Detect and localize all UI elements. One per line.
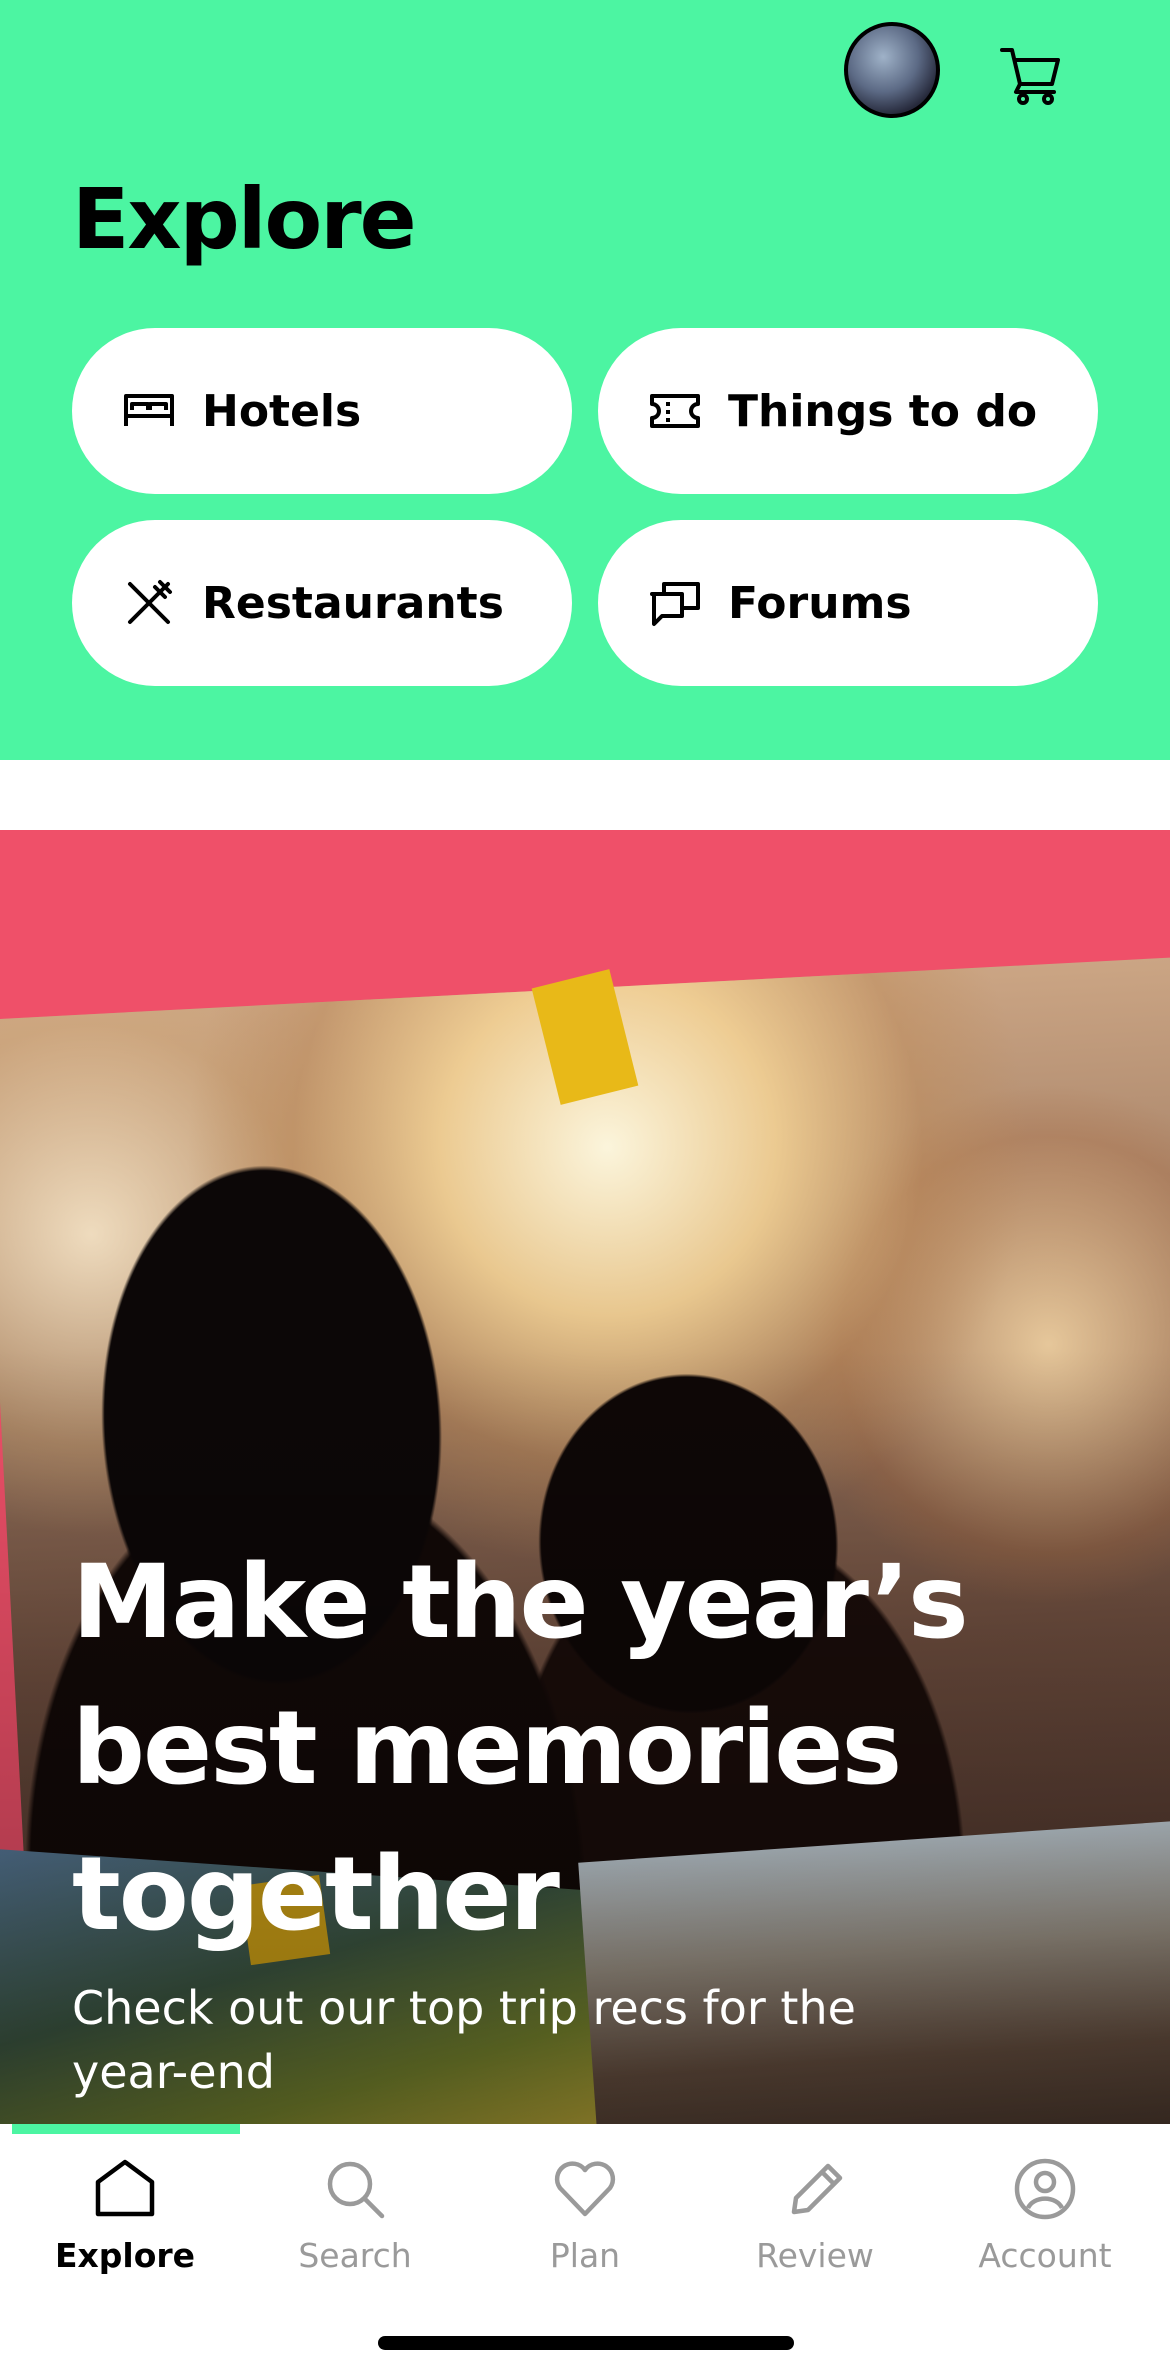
hotels-label: Hotels (202, 385, 362, 437)
tab-account[interactable]: Account (930, 2154, 1160, 2294)
ticket-icon (648, 384, 702, 438)
promo-headline: Make the year’s best memories together (72, 1543, 969, 1954)
chat-bubbles-icon (648, 576, 702, 630)
tab-label: Search (298, 2236, 412, 2275)
heart-icon (554, 2161, 616, 2217)
tab-review[interactable]: Review (700, 2154, 930, 2294)
user-avatar[interactable] (844, 22, 940, 118)
explore-header: Explore Hotels Things to do Restaurants … (0, 0, 1170, 760)
active-tab-indicator (12, 2124, 240, 2134)
section-divider (0, 760, 1170, 830)
home-indicator (378, 2336, 794, 2350)
cart-button[interactable] (996, 40, 1066, 110)
restaurants-button[interactable]: Restaurants (72, 520, 572, 686)
forums-button[interactable]: Forums (598, 520, 1098, 686)
tab-search[interactable]: Search (240, 2154, 470, 2294)
things-to-do-label: Things to do (728, 385, 1038, 437)
bed-icon (122, 384, 176, 438)
home-icon (95, 2159, 155, 2217)
tab-plan[interactable]: Plan (470, 2154, 700, 2294)
forums-label: Forums (728, 577, 912, 629)
things-to-do-button[interactable]: Things to do (598, 328, 1098, 494)
page-title: Explore (72, 170, 417, 268)
fork-knife-icon (122, 576, 176, 630)
pencil-icon (791, 2163, 843, 2215)
restaurants-label: Restaurants (202, 577, 504, 629)
hotels-button[interactable]: Hotels (72, 328, 572, 494)
account-icon (1014, 2158, 1076, 2220)
promo-subline: Check out our top trip recs for the year… (72, 1981, 856, 2099)
tab-explore[interactable]: Explore (10, 2154, 240, 2294)
tab-label: Account (978, 2236, 1112, 2275)
tab-label: Review (756, 2236, 874, 2275)
promo-banner[interactable]: Make the year’s best memories together C… (0, 830, 1170, 2124)
tab-label: Explore (54, 2236, 196, 2275)
tab-label: Plan (549, 2236, 621, 2275)
cart-icon (1000, 48, 1060, 105)
search-icon (327, 2161, 385, 2219)
